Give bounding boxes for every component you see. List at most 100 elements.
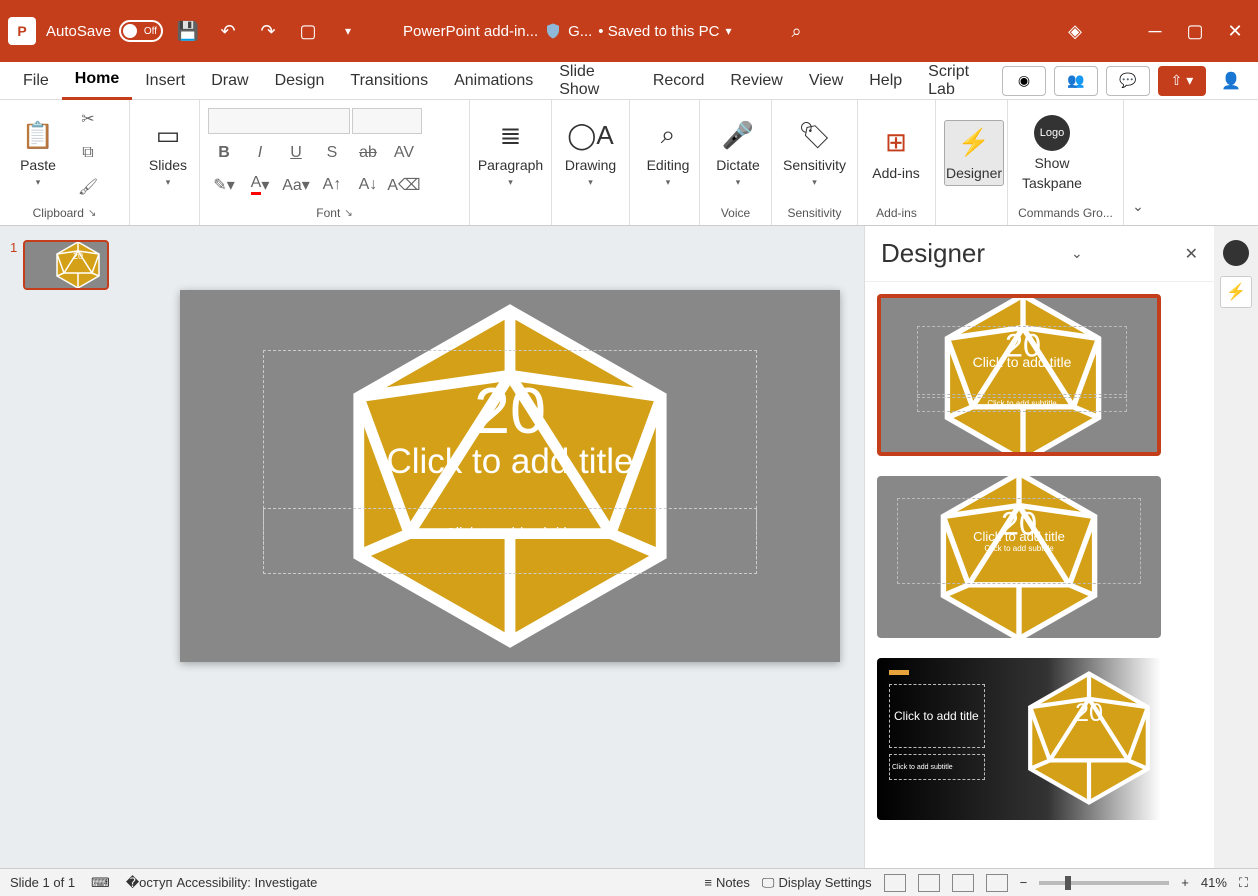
slide-thumbnail-1[interactable] — [23, 240, 109, 290]
account-icon[interactable]: 👤 — [1214, 71, 1248, 91]
record-button-icon[interactable]: ◉ — [1002, 66, 1046, 96]
clipboard-launcher-icon[interactable]: ↘ — [88, 208, 96, 219]
maximize-icon[interactable]: ▢ — [1180, 16, 1210, 46]
minimize-icon[interactable]: ─ — [1140, 16, 1170, 46]
zoom-out-icon[interactable]: − — [1020, 875, 1028, 890]
status-bar: Slide 1 of 1 ⌨ �оступ Accessibility: Inv… — [0, 868, 1258, 896]
tab-insert[interactable]: Insert — [132, 62, 198, 100]
font-size-combo[interactable] — [352, 108, 422, 134]
designer-close-icon[interactable]: ✕ — [1185, 244, 1198, 264]
spacing-icon[interactable]: AV — [388, 139, 420, 167]
format-painter-icon[interactable]: 🖌 — [72, 173, 104, 201]
teams-icon[interactable]: 👥 — [1054, 66, 1098, 96]
zoom-slider[interactable] — [1039, 881, 1169, 885]
addins-icon: ⊞ — [878, 125, 914, 161]
quickaccess-more-icon[interactable]: ▾ — [333, 16, 363, 46]
diamond-icon[interactable]: ◈ — [1060, 16, 1090, 46]
present-icon[interactable]: ▢ — [293, 16, 323, 46]
font-color-icon[interactable]: A▾ — [244, 171, 276, 199]
card1-title: Click to add title — [973, 354, 1072, 370]
comments-icon[interactable]: 💬 — [1106, 66, 1150, 96]
thumbnail-panel: 1 — [0, 226, 156, 868]
accessibility-status[interactable]: �оступ Accessibility: Investigate — [126, 875, 318, 891]
highlight-icon[interactable]: ✎▾ — [208, 171, 240, 199]
show-taskpane-button[interactable]: LogoShowTaskpane — [1016, 111, 1088, 195]
zoom-percent[interactable]: 41% — [1201, 875, 1227, 890]
design-suggestion-1[interactable]: Click to add title Click to add subtitle — [877, 294, 1161, 456]
side-rail: ⚡ — [1214, 226, 1258, 868]
tab-transitions[interactable]: Transitions — [337, 62, 441, 100]
tab-file[interactable]: File — [10, 62, 62, 100]
reading-view-icon[interactable] — [952, 874, 974, 892]
app-icon: P — [8, 17, 36, 45]
paragraph-button[interactable]: ≣Paragraph▾ — [478, 113, 543, 192]
tab-record[interactable]: Record — [640, 62, 718, 100]
slides-icon: ▭ — [150, 117, 186, 153]
autosave-toggle[interactable]: AutoSave Off — [46, 20, 163, 42]
language-icon[interactable]: ⌨ — [91, 875, 110, 891]
fit-window-icon[interactable]: ⛶ — [1239, 875, 1248, 891]
font-family-combo[interactable] — [208, 108, 350, 134]
designer-button[interactable]: ⚡Designer — [944, 120, 1004, 186]
shield-icon — [544, 22, 562, 40]
clear-format-icon[interactable]: A⌫ — [388, 171, 420, 199]
title-dropdown-icon[interactable]: ▾ — [725, 24, 731, 38]
redo-icon[interactable]: ↷ — [253, 16, 283, 46]
slides-button[interactable]: ▭ Slides▾ — [138, 113, 198, 192]
paste-button[interactable]: 📋 Paste▾ — [8, 113, 68, 192]
design-suggestion-2[interactable]: Click to add title Click to add subtitle — [877, 476, 1161, 638]
display-settings-button[interactable]: 🖵 Display Settings — [762, 875, 872, 891]
strike-icon[interactable]: S — [316, 139, 348, 167]
rail-logo-icon[interactable] — [1223, 240, 1249, 266]
subtitle-placeholder[interactable]: Click to add subtitle — [263, 508, 757, 574]
designer-collapse-icon[interactable]: ⌄ — [1071, 245, 1083, 262]
font-launcher-icon[interactable]: ↘ — [344, 208, 352, 219]
search-editing-icon: ⌕ — [650, 117, 686, 153]
tab-view[interactable]: View — [796, 62, 856, 100]
design-suggestion-3[interactable]: Click to add title Click to add subtitle — [877, 658, 1161, 820]
tab-slideshow[interactable]: Slide Show — [546, 62, 640, 100]
subtitle-placeholder-text: Click to add subtitle — [445, 525, 575, 573]
save-icon[interactable]: 💾 — [173, 16, 203, 46]
notes-button[interactable]: ≡ Notes — [704, 875, 750, 890]
collapse-ribbon-icon[interactable]: ⌄ — [1124, 100, 1152, 225]
tab-home[interactable]: Home — [62, 62, 132, 100]
copy-icon[interactable]: ⧉ — [72, 139, 104, 167]
bold-icon[interactable]: B — [208, 139, 240, 167]
slideshow-view-icon[interactable] — [986, 874, 1008, 892]
card3-title: Click to add title — [894, 709, 979, 723]
sorter-view-icon[interactable] — [918, 874, 940, 892]
tab-scriptlab[interactable]: Script Lab — [915, 62, 1002, 100]
sensitivity-button[interactable]: 🏷Sensitivity▾ — [780, 113, 849, 192]
editing-button[interactable]: ⌕Editing▾ — [638, 113, 698, 192]
share-button[interactable]: ⇧ ▾ — [1158, 66, 1206, 96]
autosave-switch[interactable]: Off — [119, 20, 163, 42]
cut-icon[interactable]: ✂ — [72, 105, 104, 133]
shrink-font-icon[interactable]: A↓ — [352, 171, 384, 199]
change-case-icon[interactable]: Aa▾ — [280, 171, 312, 199]
addins-button[interactable]: ⊞Add-ins — [866, 121, 926, 185]
slide-editor[interactable]: Click to add title Click to add subtitle — [156, 226, 864, 868]
italic-icon[interactable]: I — [244, 139, 276, 167]
tab-draw[interactable]: Draw — [198, 62, 261, 100]
tab-design[interactable]: Design — [262, 62, 338, 100]
tab-help[interactable]: Help — [856, 62, 915, 100]
slide-counter[interactable]: Slide 1 of 1 — [10, 875, 75, 890]
undo-icon[interactable]: ↶ — [213, 16, 243, 46]
close-icon[interactable]: ✕ — [1220, 16, 1250, 46]
zoom-in-icon[interactable]: + — [1181, 875, 1189, 890]
drawing-button[interactable]: ◯ADrawing▾ — [560, 113, 621, 192]
title-bar: P AutoSave Off 💾 ↶ ↷ ▢ ▾ PowerPoint add-… — [0, 0, 1258, 62]
slide-canvas[interactable]: Click to add title Click to add subtitle — [180, 290, 840, 662]
sensitivity-icon: 🏷 — [797, 117, 833, 153]
search-icon[interactable]: ⌕ — [781, 16, 811, 46]
dictate-button[interactable]: 🎤Dictate▾ — [708, 113, 768, 192]
strike2-icon[interactable]: ab — [352, 139, 384, 167]
rail-designer-icon[interactable]: ⚡ — [1220, 276, 1252, 308]
underline-icon[interactable]: U — [280, 139, 312, 167]
normal-view-icon[interactable] — [884, 874, 906, 892]
designer-icon: ⚡ — [956, 125, 992, 161]
tab-animations[interactable]: Animations — [441, 62, 546, 100]
grow-font-icon[interactable]: A↑ — [316, 171, 348, 199]
tab-review[interactable]: Review — [717, 62, 795, 100]
